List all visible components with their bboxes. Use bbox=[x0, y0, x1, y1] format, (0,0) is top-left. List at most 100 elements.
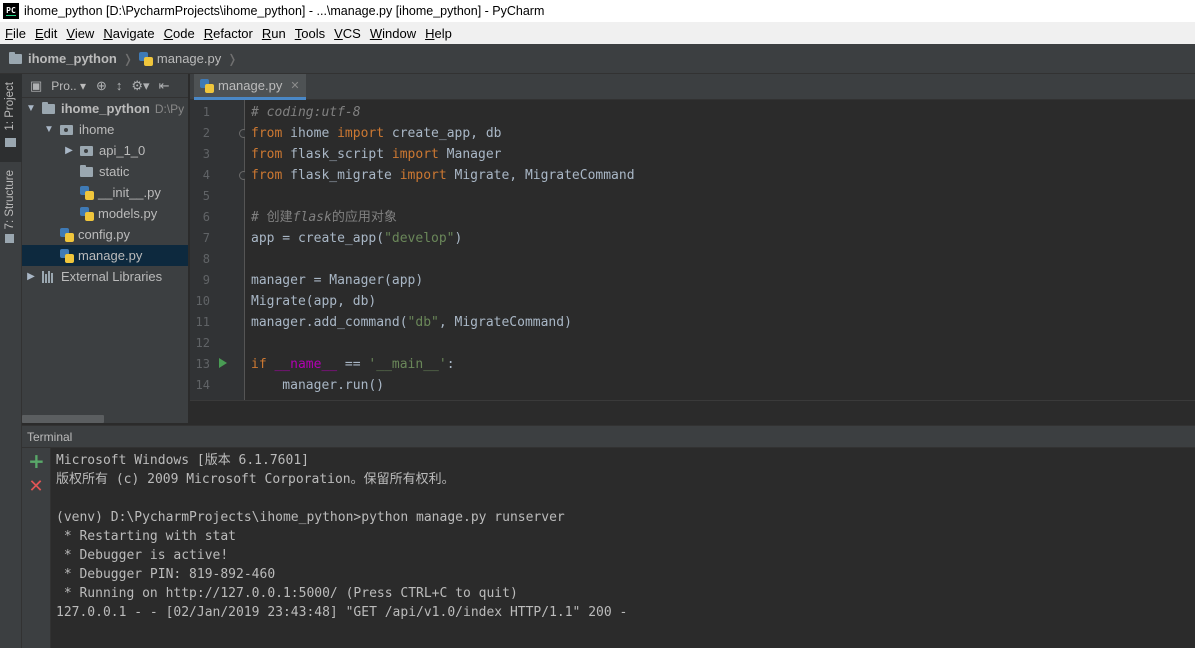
code-line: # coding:utf-8 bbox=[251, 105, 361, 120]
line-number: 10 bbox=[195, 294, 210, 308]
tab-label: manage.py bbox=[218, 78, 283, 93]
tree-item-ihome-python[interactable]: ▼ ihome_python D:\Py bbox=[22, 98, 188, 119]
tool-window-structure-tab[interactable]: 7: Structure bbox=[0, 166, 22, 250]
terminal-header: Terminal bbox=[22, 425, 1195, 448]
line-number: 14 bbox=[195, 378, 210, 392]
project-view-icon: ▣ bbox=[30, 77, 43, 93]
line-number: 12 bbox=[195, 336, 210, 350]
menu-edit[interactable]: Edit bbox=[31, 26, 61, 41]
project-view-label: Pro.. bbox=[51, 78, 77, 93]
breadcrumb: ihome_python ❭ manage.py ❭ bbox=[0, 44, 1195, 74]
python-file-icon bbox=[60, 227, 74, 242]
collapse-all-icon[interactable]: ↕ bbox=[116, 78, 123, 93]
breadcrumb-file[interactable]: manage.py bbox=[138, 51, 221, 66]
close-session-icon[interactable]: ✕ bbox=[28, 478, 44, 496]
code-line: from flask_migrate import Migrate, Migra… bbox=[251, 168, 635, 183]
line-number: 7 bbox=[202, 231, 210, 245]
project-panel: ▣ Pro.. ▾ ⊕ ↕ ⚙▾ ⇤ ▼ ihome_python D:\Py … bbox=[22, 74, 189, 423]
editor-tab-bar: manage.py ✕ bbox=[190, 74, 1195, 100]
code-line: manager.run() bbox=[251, 378, 385, 393]
tree-label: External Libraries bbox=[61, 269, 163, 284]
folder-icon bbox=[80, 164, 93, 177]
terminal-line: Microsoft Windows [版本 6.1.7601] bbox=[56, 453, 309, 468]
window-title-bar: PC ihome_python [D:\PycharmProjects\ihom… bbox=[0, 0, 1195, 22]
terminal-line: * Debugger PIN: 819-892-460 bbox=[56, 567, 276, 582]
python-file-icon bbox=[200, 78, 214, 93]
tree-label: config.py bbox=[78, 227, 131, 242]
new-session-plus-icon[interactable]: + bbox=[28, 451, 45, 471]
chevron-down-icon[interactable]: ▼ bbox=[26, 103, 36, 114]
project-folder-icon bbox=[5, 138, 16, 147]
run-icon[interactable] bbox=[219, 358, 227, 368]
chevron-down-icon[interactable]: ▼ bbox=[44, 124, 54, 135]
chevron-right-icon[interactable]: ▶ bbox=[26, 271, 36, 282]
tree-item-static[interactable]: static bbox=[22, 161, 188, 182]
menu-view[interactable]: View bbox=[62, 26, 98, 41]
code-line: manager.add_command("db", MigrateCommand… bbox=[251, 315, 572, 330]
menu-refactor[interactable]: Refactor bbox=[200, 26, 257, 41]
line-number: 13 bbox=[195, 357, 210, 371]
code-editor[interactable]: # coding:utf-8 from ihome import create_… bbox=[245, 100, 1195, 400]
tool-window-project-tab[interactable]: 1: Project bbox=[0, 74, 22, 162]
gear-icon[interactable]: ⚙▾ bbox=[131, 78, 149, 94]
tree-label: ihome_python bbox=[61, 101, 150, 116]
line-number: 11 bbox=[195, 315, 210, 329]
code-line: from ihome import create_app, db bbox=[251, 126, 502, 141]
tab-manage-py[interactable]: manage.py ✕ bbox=[194, 74, 306, 100]
terminal-line: * Running on http://127.0.0.1:5000/ (Pre… bbox=[56, 586, 518, 601]
menu-file[interactable]: File bbox=[0, 26, 30, 41]
window-title: ihome_python [D:\PycharmProjects\ihome_p… bbox=[24, 4, 545, 18]
line-number: 9 bbox=[202, 273, 210, 287]
tree-label: __init__.py bbox=[98, 185, 161, 200]
chevron-right-icon: ❭ bbox=[122, 51, 133, 66]
tree-item-api[interactable]: ▶ api_1_0 bbox=[22, 140, 188, 161]
hide-panel-icon[interactable]: ⇤ bbox=[159, 78, 170, 94]
tree-item-config[interactable]: config.py bbox=[22, 224, 188, 245]
project-toolbar: ▣ Pro.. ▾ ⊕ ↕ ⚙▾ ⇤ bbox=[22, 74, 188, 98]
breadcrumb-project-label: ihome_python bbox=[28, 51, 117, 66]
tree-item-models[interactable]: models.py bbox=[22, 203, 188, 224]
terminal-line: 版权所有 (c) 2009 Microsoft Corporation。保留所有… bbox=[56, 472, 455, 487]
python-file-icon bbox=[138, 51, 153, 66]
breadcrumb-project[interactable]: ihome_python bbox=[9, 51, 117, 66]
editor-gutter: 1 2 3 4 5 6 7 8 9 10 11 12 13 14 bbox=[190, 100, 248, 400]
chevron-right-icon: ❭ bbox=[227, 51, 238, 66]
terminal-line: * Debugger is active! bbox=[56, 548, 229, 563]
line-number: 1 bbox=[202, 105, 210, 119]
tree-item-ihome[interactable]: ▼ ihome bbox=[22, 119, 188, 140]
tree-item-init[interactable]: __init__.py bbox=[22, 182, 188, 203]
code-line: from flask_script import Manager bbox=[251, 147, 502, 162]
close-icon[interactable]: ✕ bbox=[290, 79, 299, 92]
code-line: if __name__ == '__main__': bbox=[251, 357, 455, 372]
locate-icon[interactable]: ⊕ bbox=[96, 78, 107, 94]
menu-help[interactable]: Help bbox=[421, 26, 456, 41]
python-file-icon bbox=[80, 185, 94, 200]
chevron-right-icon[interactable]: ▶ bbox=[64, 145, 74, 156]
menu-window[interactable]: Window bbox=[366, 26, 420, 41]
line-number: 4 bbox=[202, 168, 210, 182]
line-number: 3 bbox=[202, 147, 210, 161]
menu-vcs[interactable]: VCS bbox=[330, 26, 365, 41]
line-number: 5 bbox=[202, 189, 210, 203]
menu-navigate[interactable]: Navigate bbox=[99, 26, 158, 41]
tree-item-manage[interactable]: manage.py bbox=[22, 245, 188, 266]
menu-code[interactable]: Code bbox=[160, 26, 199, 41]
python-file-icon bbox=[80, 206, 94, 221]
line-number: 6 bbox=[202, 210, 210, 224]
structure-tab-label: 7: Structure bbox=[4, 170, 16, 230]
pycharm-logo-icon: PC bbox=[3, 3, 19, 19]
tree-label: static bbox=[99, 164, 130, 179]
terminal-output[interactable]: Microsoft Windows [版本 6.1.7601] 版权所有 (c)… bbox=[51, 448, 1195, 648]
tree-label: api_1_0 bbox=[99, 143, 146, 158]
menu-run[interactable]: Run bbox=[258, 26, 290, 41]
terminal-toolbar: + ✕ bbox=[22, 448, 51, 648]
menu-tools[interactable]: Tools bbox=[291, 26, 329, 41]
tree-item-external-libraries[interactable]: ▶ External Libraries bbox=[22, 266, 188, 287]
horizontal-scrollbar[interactable] bbox=[22, 415, 104, 423]
structure-icon bbox=[5, 234, 14, 243]
line-number: 8 bbox=[202, 252, 210, 266]
left-tool-strip: 1: Project 7: Structure bbox=[0, 74, 22, 648]
project-view-dropdown[interactable]: Pro.. ▾ bbox=[51, 79, 86, 93]
tree-label: models.py bbox=[98, 206, 158, 221]
